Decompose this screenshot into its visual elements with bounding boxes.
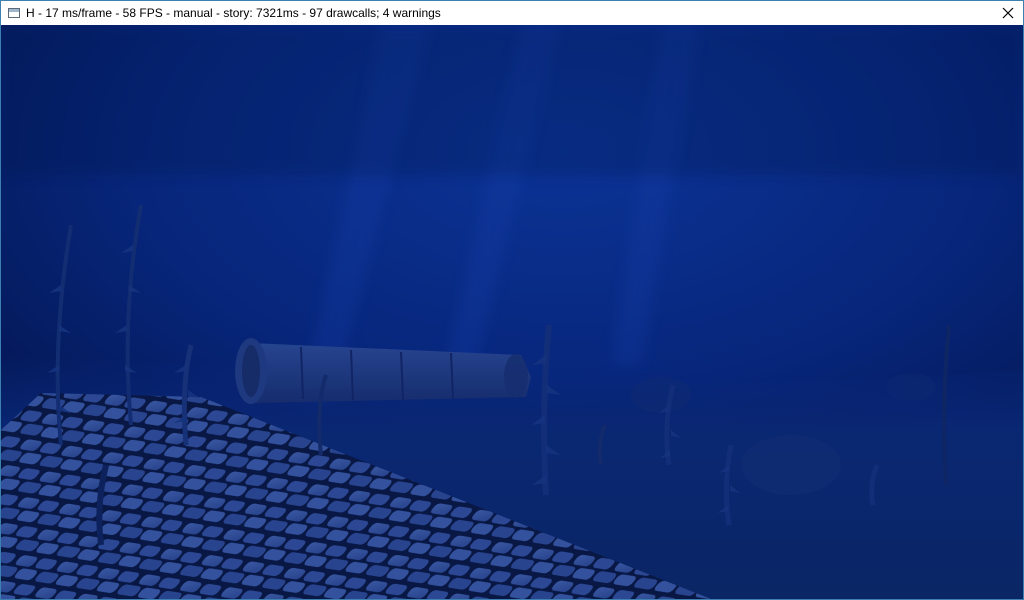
title-bar[interactable]: H - 17 ms/frame - 58 FPS - manual - stor… (1, 1, 1023, 25)
underwater-scene (1, 25, 1023, 599)
app-window: H - 17 ms/frame - 58 FPS - manual - stor… (0, 0, 1024, 600)
window-title: H - 17 ms/frame - 58 FPS - manual - stor… (26, 6, 441, 20)
close-button[interactable] (993, 1, 1023, 25)
application-window-icon (8, 8, 20, 18)
close-icon (1002, 7, 1014, 19)
game-viewport[interactable] (1, 25, 1023, 599)
